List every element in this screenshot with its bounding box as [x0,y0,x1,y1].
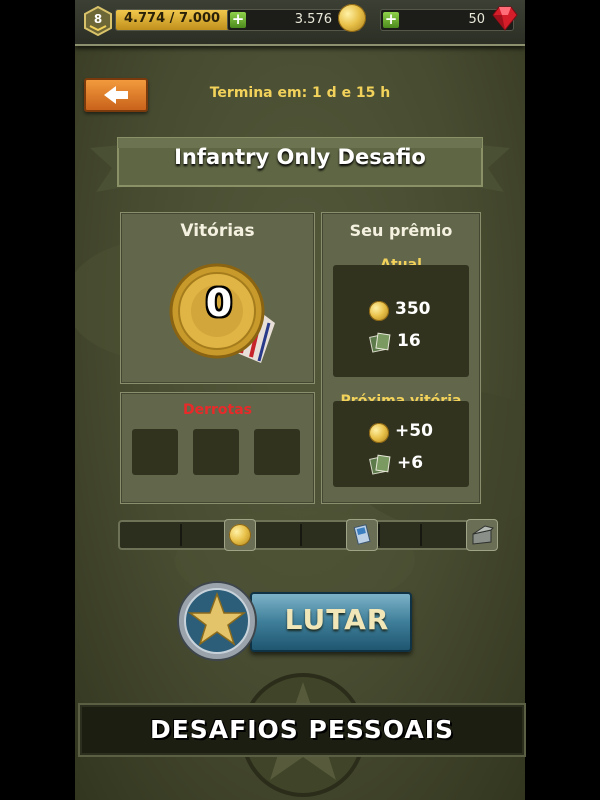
current-prize-box: 350 16 [333,265,469,377]
card-pack-icon [353,524,371,545]
current-cards: 16 [397,331,421,351]
cards-icon [369,332,391,353]
coin-counter[interactable]: + 3.576 [227,4,366,32]
coin-icon [369,301,389,321]
track-tick [420,524,422,546]
gem-value: 50 [468,12,485,27]
banner-title: DESAFIOS PESSOAIS [149,715,455,744]
gem-counter[interactable]: + 50 [380,6,518,31]
xp-total: 7.000 [178,11,221,26]
track-tick [300,524,302,546]
xp-current: 4.774 [124,11,166,26]
progress-reward-crate[interactable] [466,519,498,551]
coin-icon [338,4,366,32]
loss-slot [193,429,239,475]
xp-text: 4.774 / 7.000 [124,11,221,26]
personal-challenges-banner: DESAFIOS PESSOAIS [78,703,526,757]
next-win-box: +50 +6 [333,401,469,487]
coin-icon [369,423,389,443]
next-cards: +6 [397,453,424,473]
ruby-icon [492,6,518,31]
star-badge-icon [177,581,257,661]
wins-label: Vitórias [180,221,255,241]
wins-count: 0 [205,281,233,325]
losses-label: Derrotas [182,402,252,418]
next-coins: +50 [395,421,433,441]
rank-level: 8 [94,12,102,26]
wins-panel: Vitórias 0 [120,212,315,384]
prize-label: Seu prêmio [349,221,453,240]
arrow-left-icon [104,86,128,104]
prize-panel: Seu prêmio Atual 350 16 Próxima vitória … [321,212,481,504]
loss-slot [254,429,300,475]
fight-button-label: LUTAR [284,603,390,636]
cards-icon [369,454,391,475]
fight-button[interactable]: LUTAR [250,592,412,652]
loss-slot [132,429,178,475]
right-letterbox [525,0,600,800]
crate-icon [472,525,494,545]
add-coins-button[interactable]: + [230,12,246,28]
losses-panel: Derrotas [120,392,315,504]
resource-bar: 4.774 / 7.000 8 + 3.576 + 50 [75,0,525,46]
progress-reward-coins[interactable] [224,519,256,551]
left-letterbox [0,0,75,800]
coin-icon [229,524,251,546]
progress-reward-cards[interactable] [346,519,378,551]
back-button[interactable] [84,78,148,112]
current-coins: 350 [395,299,431,319]
track-tick [180,524,182,546]
add-gems-button[interactable]: + [383,12,399,28]
challenge-title: Infantry Only Desafio [174,145,426,169]
rank-chevron-icon: 8 [84,6,112,36]
challenge-timer: Termina em: 1 d e 15 h [209,85,391,101]
track-tick [378,524,380,546]
challenge-progress-track [118,519,498,551]
coin-value: 3.576 [294,12,332,27]
